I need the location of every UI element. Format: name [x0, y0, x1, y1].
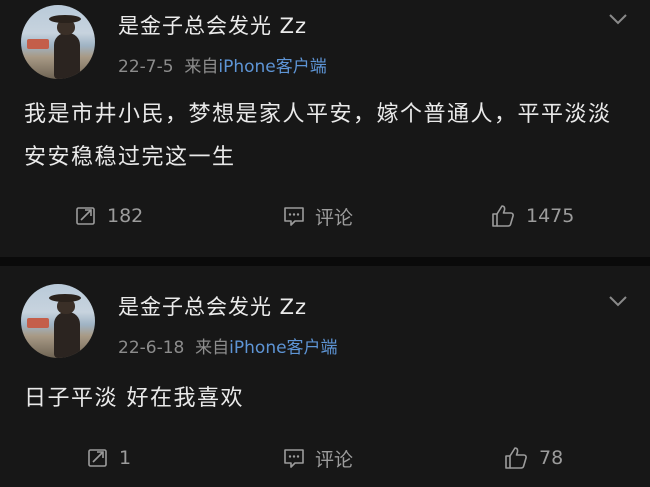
repost-count: 1 — [119, 447, 132, 469]
post-meta: 22-6-18 来自iPhone客户端 — [118, 333, 338, 358]
avatar-figure-hat — [49, 294, 81, 302]
repost-icon — [88, 449, 107, 467]
like-count: 78 — [539, 447, 564, 469]
post-date: 22-6-18 — [118, 338, 185, 358]
post-card-content: 是金子总会发光 Zz 22-6-18 来自iPhone客户端 日子平淡 好在我喜… — [0, 0, 650, 487]
post-actions: 1 评论 78 — [0, 443, 650, 473]
thumbs-up-icon — [505, 447, 527, 469]
like-button[interactable]: 78 — [503, 443, 563, 473]
author-name[interactable]: 是金子总会发光 Zz — [118, 291, 307, 321]
repost-button[interactable]: 1 — [87, 443, 131, 473]
comment-label: 评论 — [315, 448, 354, 471]
comment-icon — [284, 449, 304, 468]
weibo-feed: 是金子总会发光 Zz 22-7-5 来自iPhone客户端 我是市井小民，梦想是… — [0, 0, 650, 487]
avatar-figure-body — [54, 312, 80, 358]
post-source-label: 来自 — [195, 338, 230, 358]
chevron-down-icon[interactable] — [608, 294, 628, 308]
post-client-link[interactable]: iPhone客户端 — [229, 338, 337, 358]
post-text: 日子平淡 好在我喜欢 — [24, 386, 244, 411]
avatar-decoration — [27, 318, 49, 328]
avatar[interactable] — [21, 284, 95, 358]
comment-button[interactable]: 评论 — [283, 443, 353, 473]
